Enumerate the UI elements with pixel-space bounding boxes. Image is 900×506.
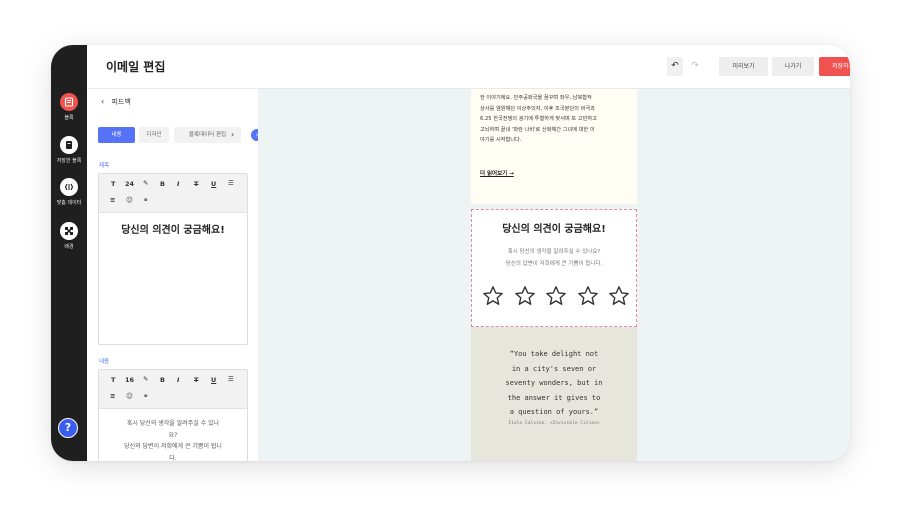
content-line: 요?	[168, 431, 178, 439]
font-size-value[interactable]: 24	[125, 180, 134, 188]
sidebar-item-background[interactable]: 배경	[51, 222, 87, 250]
bold-icon[interactable]: B	[160, 180, 165, 188]
quote-block[interactable]: “You take delight not in a city's seven …	[471, 327, 637, 461]
chevron-left-icon: ‹	[101, 97, 105, 106]
title-toolbar: T 24 ✎ B I T U ☰ ≡ ☺ ⚭	[99, 174, 247, 213]
sidebar-item-saved-blocks[interactable]: 저장한 블록	[51, 136, 87, 164]
strikethrough-icon[interactable]: T	[194, 180, 198, 188]
survey-title: 당신의 의견이 궁금해요!	[502, 224, 606, 235]
back-label: 피드백	[111, 98, 131, 106]
emoji-icon[interactable]: ☺	[126, 196, 133, 204]
chevron-right-icon[interactable]: ›	[231, 127, 250, 143]
editor-panel: ‹ 피드백 내용 디자인 블록데이터 편집 › › 제목 T 24 ✎ B I …	[87, 89, 263, 461]
sidebar-item-blocks[interactable]: 블록	[51, 93, 87, 121]
underline-icon[interactable]: U	[211, 180, 216, 188]
sidebar-item-label: 맞춤 데이터	[56, 200, 82, 206]
story-line: 고뇌하며 끝내 '파란 나비'로 산화해간 그녀에 대한 이	[480, 126, 595, 133]
email-preview: 한 이야기에요. 민주공화국을 꿈꾸며 좌우, 남북합작 상사를 염원해던 이상…	[471, 89, 637, 461]
survey-subtitle: 혹시 당신의 생각을 알려주실 수 있나요? 당신의 답변이 저희에게 큰 기쁨…	[472, 246, 636, 270]
strikethrough-icon[interactable]: T	[194, 376, 198, 384]
tab-block-data-label: 블록데이터 편집	[188, 132, 227, 138]
list-icon[interactable]: ☰	[228, 179, 234, 187]
sidebar-item-custom-data[interactable]: 맞춤 데이터	[51, 178, 87, 206]
star-icon[interactable]	[482, 285, 504, 307]
align-icon[interactable]: ≡	[110, 392, 115, 400]
content-line: 혹시 당신의 생각을 알려주실 수 있나	[126, 420, 220, 427]
font-size-value[interactable]: 16	[125, 376, 134, 384]
background-icon	[60, 222, 78, 240]
saved-block-icon	[60, 136, 78, 154]
sidebar-item-label: 블록	[64, 115, 74, 121]
header: 이메일 편집 ↶ ↷ 미리보기 나가기 저장하기	[87, 45, 850, 89]
app-window: 블록 저장한 블록 맞춤 데이터 배경 ? 이메일 편집 ↶ ↷ 미리보기 나가…	[51, 45, 850, 461]
quote-source: Italo Calvino, <Invisible Cities>	[508, 421, 600, 426]
sidebar-item-label: 저장한 블록	[56, 158, 82, 164]
list-icon[interactable]: ☰	[228, 375, 234, 383]
content-editor[interactable]: T 16 ✎ B I T U ☰ ≡ ☺ ⚭ 혹시 당신의 생각을 알려주실 수…	[98, 369, 248, 461]
panel-tabs: 내용 디자인 블록데이터 편집 › ›	[98, 127, 263, 143]
tab-content[interactable]: 내용	[98, 127, 135, 143]
survey-block[interactable]: 당신의 의견이 궁금해요! 혹시 당신의 생각을 알려주실 수 있나요? 당신의…	[471, 209, 637, 327]
star-icon[interactable]	[577, 285, 599, 307]
story-line: 6.25 한국전쟁의 광기에 투철하게 맞서며 또 고민하고	[480, 116, 597, 122]
survey-subtitle-line: 혹시 당신의 생각을 알려주실 수 있나요?	[507, 249, 601, 255]
bold-icon[interactable]: B	[160, 376, 165, 384]
align-icon[interactable]: ≡	[110, 196, 115, 204]
back-button[interactable]: ‹ 피드백	[101, 97, 131, 107]
sidebar-item-label: 배경	[64, 244, 74, 250]
underline-icon[interactable]: U	[211, 376, 216, 384]
emoji-icon[interactable]: ☺	[126, 392, 133, 400]
redo-button[interactable]: ↷	[687, 57, 703, 76]
story-line: 상사를 염원해던 이상주의자, 이후 조국분단의 비극과	[480, 105, 595, 112]
exit-button[interactable]: 나가기	[772, 57, 814, 76]
story-block[interactable]: 한 이야기에요. 민주공화국을 꿈꾸며 좌우, 남북합작 상사를 염원해던 이상…	[471, 89, 637, 204]
link-icon[interactable]: ⚭	[143, 392, 148, 400]
preview-button[interactable]: 미리보기	[719, 57, 768, 76]
save-button[interactable]: 저장하기	[819, 57, 850, 76]
survey-subtitle-line: 당신의 답변이 저희에게 큰 기쁨이 됩니다.	[505, 261, 603, 267]
title-editor[interactable]: T 24 ✎ B I T U ☰ ≡ ☺ ⚭ 당신의 의견이 궁금해요!	[98, 173, 248, 345]
read-more-link[interactable]: 더 읽어보기 →	[480, 169, 514, 177]
italic-icon[interactable]: I	[177, 180, 179, 188]
star-icon[interactable]	[608, 285, 630, 307]
title-field-label: 제목	[99, 163, 110, 169]
sidebar: 블록 저장한 블록 맞춤 데이터 배경 ?	[51, 45, 87, 461]
email-canvas: 한 이야기에요. 민주공화국을 꿈꾸며 좌우, 남북합작 상사를 염원해던 이상…	[258, 89, 850, 461]
undo-button[interactable]: ↶	[667, 57, 683, 76]
text-type-icon[interactable]: T	[111, 376, 115, 384]
blocks-icon	[60, 93, 78, 111]
text-color-icon[interactable]: ✎	[143, 179, 148, 187]
italic-icon[interactable]: I	[177, 376, 179, 384]
quote-line: the answer it gives to	[507, 393, 601, 402]
custom-data-icon	[60, 178, 78, 196]
quote-line: “You take delight not	[509, 350, 599, 358]
tab-design[interactable]: 디자인	[139, 127, 169, 143]
quote-line: a question of yours.”	[509, 408, 599, 416]
star-rating	[482, 285, 630, 307]
link-icon[interactable]: ⚭	[143, 196, 148, 204]
quote-text: “You take delight not in a city's seven …	[479, 347, 629, 420]
quote-line: seventy wonders, but in	[505, 379, 603, 387]
star-icon[interactable]	[545, 285, 567, 307]
text-color-icon[interactable]: ✎	[143, 375, 148, 383]
story-text: 한 이야기에요. 민주공화국을 꿈꾸며 좌우, 남북합작 상사를 염원해던 이상…	[480, 93, 628, 146]
text-type-icon[interactable]: T	[111, 180, 115, 188]
content-field-label: 내용	[99, 359, 110, 365]
help-button[interactable]: ?	[58, 418, 78, 438]
quote-line: in a city's seven or	[511, 364, 597, 373]
story-line: 한 이야기에요. 민주공화국을 꿈꾸며 좌우, 남북합작	[480, 95, 592, 101]
content-toolbar: T 16 ✎ B I T U ☰ ≡ ☺ ⚭	[99, 370, 247, 409]
content-line: 다.	[169, 454, 177, 462]
story-line: 야기를 시작합니다.	[480, 137, 522, 143]
content-line: 당신의 답변이 저희에게 큰 기쁨이 됩니	[124, 443, 222, 450]
content-text[interactable]: 혹시 당신의 생각을 알려주실 수 있나 요? 당신의 답변이 저희에게 큰 기…	[99, 418, 247, 461]
page-title: 이메일 편집	[106, 60, 166, 74]
star-icon[interactable]	[514, 285, 536, 307]
title-text[interactable]: 당신의 의견이 궁금해요!	[99, 221, 247, 236]
